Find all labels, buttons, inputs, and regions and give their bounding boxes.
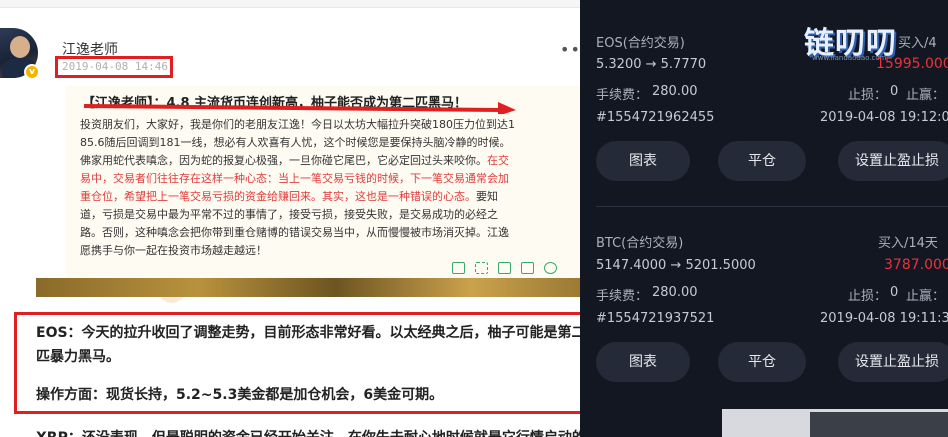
avatar-face: [10, 36, 30, 58]
post-body-line: 愿携手与你一起在投资市场越走越远！: [80, 244, 267, 257]
trade-fee: 280.00: [652, 84, 698, 99]
post-body-line: 佛家用蛇代表嗔念，因为蛇的报复心极强，一旦你碰它尾巴，它必定回过头来咬你。在交: [80, 152, 580, 170]
post-body-text: 要知: [476, 190, 498, 203]
trade-fee: 280.00: [652, 285, 698, 300]
trade-profit: 15995.000: [876, 56, 948, 72]
trade-time: 2019-04-08 19:12:0: [820, 110, 948, 125]
red-arrow-annotation: [83, 102, 516, 114]
set-stop-button[interactable]: 设置止盈止损: [838, 342, 948, 382]
chart-button[interactable]: 图表: [596, 141, 690, 181]
expand-icon[interactable]: [475, 262, 488, 274]
background-photo-dark: [810, 412, 948, 437]
trade-price-range: 5147.4000 → 5201.5000: [596, 258, 756, 273]
post-image[interactable]: [36, 278, 580, 297]
trade-profit: 3787.000: [884, 257, 948, 273]
close-position-button[interactable]: 平仓: [718, 342, 806, 382]
share-icon[interactable]: [521, 262, 534, 274]
settings-icon[interactable]: [544, 262, 557, 274]
trade-take-profit-label: 止赢：: [906, 289, 946, 304]
trade-side: 买入/4: [898, 36, 937, 51]
post-body-warning: 重仓位，希望把上一笔交易亏损的资金给赚回来。其实，这也是一种错误的心态。: [80, 190, 476, 203]
post-body-warning: 在交: [487, 154, 509, 167]
operation-advice: 操作方面：现货长持，5.2~5.3美金都是加仓机会，6美金可期。: [36, 387, 444, 403]
post-body: 投资朋友们，大家好，我是你们的老朋友江逸！今日以太坊大幅拉升突破180压力位到达…: [80, 116, 580, 260]
trade-stop-loss: 0: [890, 285, 899, 300]
trade-take-profit-label: 止赢：: [906, 88, 946, 103]
trade-time: 2019-04-08 19:11:3: [820, 311, 948, 326]
trade-stop-loss-label: 止损：: [848, 289, 888, 304]
set-stop-button[interactable]: 设置止盈止损: [838, 141, 948, 181]
trade-pair: EOS(合约交易): [596, 36, 685, 51]
post-body-line: 易中，交易者们往往存在这样一种心态：当上一笔交易亏钱的时候，下一笔交易通常会加: [80, 172, 509, 185]
verified-badge-icon: v: [24, 64, 40, 80]
social-feed: v 江逸老师 2019-04-08 14:46 ••• 【江逸老师】：4.8 主…: [0, 0, 590, 437]
post-body-line: 路。否则，这种嗔念会把你带到重仓赌博的错误交易当中，从而慢慢被市场消灭掉。江逸: [80, 226, 509, 239]
eos-analysis-line: EOS：今天的拉升收回了调整走势，目前形态非常好看。以太经典之后，柚子可能是第二: [36, 325, 586, 341]
xrp-analysis-line: XRP：还没表现，但是聪明的资金已经开始关注，在你失去耐心地时候就是它行情启动的: [36, 427, 586, 437]
trade-order-id: #1554721937521: [596, 311, 715, 326]
feed-top-border: [0, 0, 590, 8]
trade-pair: BTC(合约交易): [596, 236, 684, 251]
trade-order-id: #1554721962455: [596, 110, 715, 125]
date-highlight-box: [55, 56, 173, 78]
post-body-text: 佛家用蛇代表嗔念，因为蛇的报复心极强，一旦你碰它尾巴，它必定回过头来咬你。: [80, 154, 487, 167]
trade-side: 买入/14天: [878, 236, 938, 251]
trade-stop-loss-label: 止损：: [848, 88, 888, 103]
trade-divider: [596, 206, 948, 207]
copy-icon[interactable]: [452, 262, 465, 274]
chart-button[interactable]: 图表: [596, 342, 690, 382]
eos-analysis-line: 匹暴力黑马。: [36, 349, 120, 365]
close-position-button[interactable]: 平仓: [718, 141, 806, 181]
save-icon[interactable]: [498, 262, 511, 274]
trade-price-range: 5.3200 → 5.7770: [596, 57, 707, 72]
post-action-toolbar: [452, 262, 557, 274]
post-body-line: 道，亏损是交易中最为平常不过的事情了，接受亏损，接受失败，是交易成功的必经之: [80, 208, 498, 221]
trade-fee-label: 手续费：: [596, 88, 649, 103]
post-body-line: 85.6随后回调到181一线，想必有人欢喜有人忧，这个时候您是要保持头脑冷静的时…: [80, 136, 511, 149]
post-body-line: 投资朋友们，大家好，我是你们的老朋友江逸！今日以太坊大幅拉升突破180压力位到达…: [80, 118, 515, 131]
trade-stop-loss: 0: [890, 84, 899, 99]
post-body-line: 重仓位，希望把上一笔交易亏损的资金给赚回来。其实，这也是一种错误的心态。要知: [80, 188, 580, 206]
trade-fee-label: 手续费：: [596, 289, 649, 304]
